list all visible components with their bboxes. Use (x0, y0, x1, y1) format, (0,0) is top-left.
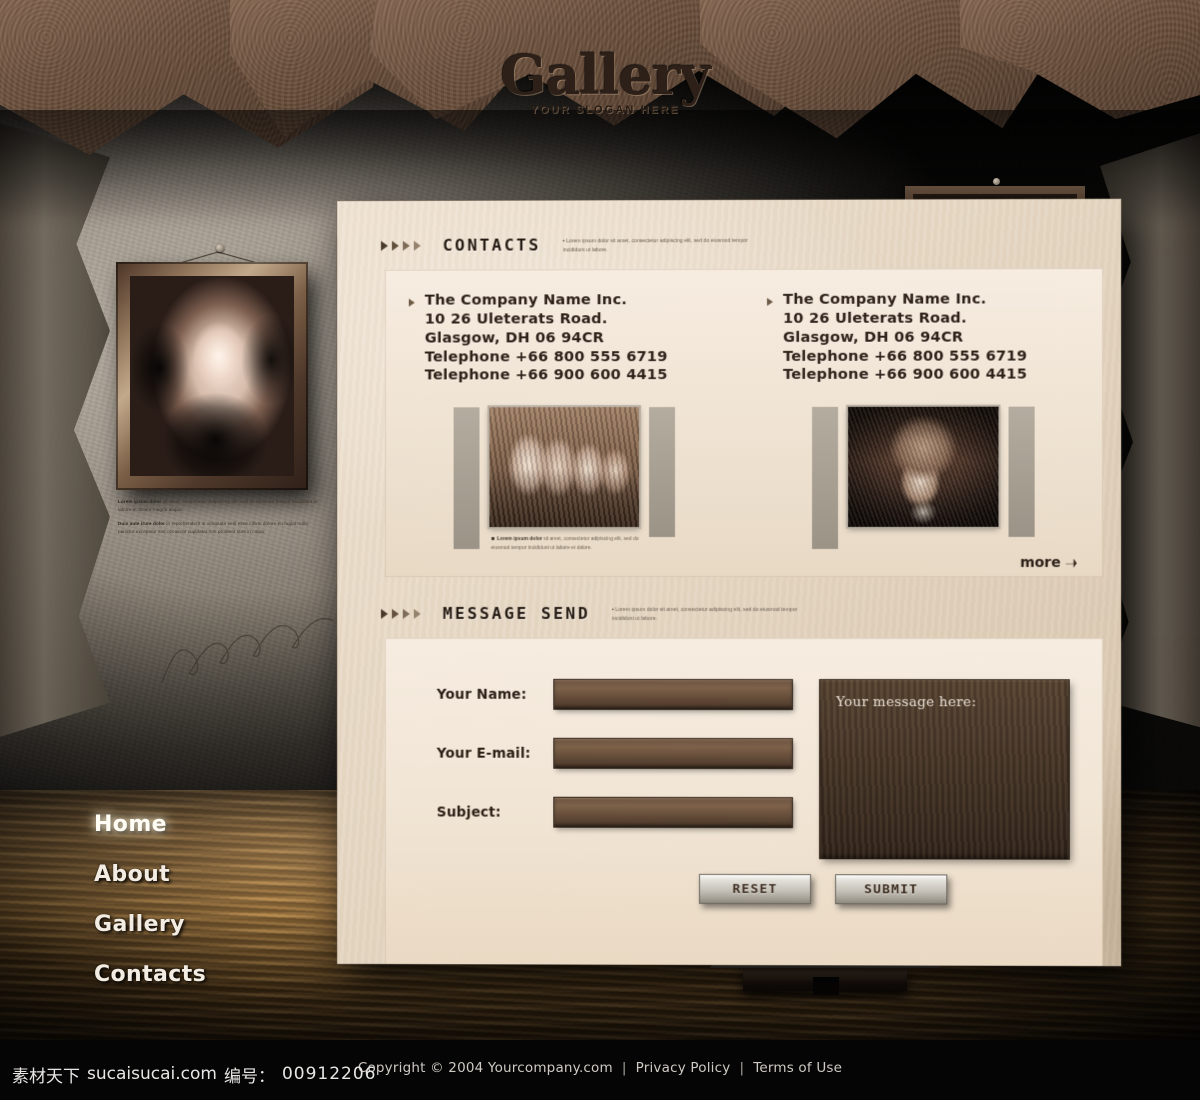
form-row-email: Your E-mail: (436, 739, 793, 769)
message-title: MESSAGE SEND (442, 604, 591, 624)
message-lorem: Lorem ipsum dolor sit amet, consectetur … (612, 607, 798, 623)
decorative-bar-right-1 (648, 407, 675, 538)
more-link[interactable]: more (1020, 555, 1077, 571)
reset-button[interactable]: RESET (699, 874, 812, 905)
submit-button[interactable]: SUBMIT (835, 874, 948, 905)
square-bullet-icon (490, 537, 494, 541)
footer-terms-link[interactable]: Terms of Use (753, 1060, 842, 1076)
decorative-bar-left-1 (453, 407, 480, 550)
stock-site-watermark: 素材天下 sucaisucai.com 编号： 00912206 (0, 1058, 420, 1090)
contact-column-1: The Company Name Inc. 10 26 Uleterats Ro… (385, 291, 743, 386)
message-placeholder: Your message here: (836, 694, 977, 711)
message-form-box: Your Name: Your E-mail: Subject: Your me… (384, 638, 1103, 967)
watermark-id-value: 00912206 (281, 1064, 377, 1084)
triangle-icon-5 (380, 608, 388, 619)
contact-street-2: 10 26 Uleterats Road. (783, 309, 967, 327)
frame-hook-nail-right (993, 178, 1000, 185)
frame-mat (130, 276, 294, 476)
arrow-right-icon (1066, 559, 1077, 568)
contact-phone1-2: Telephone +66 800 555 6719 (783, 347, 1028, 365)
message-subtext: ▪ Lorem ipsum dolor sit amet, consectetu… (612, 603, 802, 624)
subject-input[interactable] (554, 798, 793, 828)
nav-item-home[interactable]: Home (94, 812, 206, 837)
watermark-id-label: 编号： (223, 1066, 275, 1087)
contact-photo-cell-2 (743, 406, 1103, 553)
email-label: Your E-mail: (436, 745, 531, 762)
photo-caption-bold-1: Lorem ipsum dolor (496, 536, 543, 543)
nav-item-contacts[interactable]: Contacts (94, 962, 206, 987)
main-navigation: Home About Gallery Contacts (94, 812, 206, 1012)
message-textarea[interactable]: Your message here: (820, 680, 1069, 860)
message-section-header: MESSAGE SEND ▪ Lorem ipsum dolor sit ame… (337, 603, 1121, 624)
contact-company-1: The Company Name Inc. (424, 291, 628, 309)
frame-caption-bold-2: Duis aute irure dolor (118, 520, 166, 526)
frame-caption: Lorem ipsum dolor sit amet, consectetur … (118, 498, 318, 537)
nav-item-about[interactable]: About (94, 862, 206, 887)
triangle-icon-3 (402, 240, 410, 251)
footer-separator-1: | (621, 1060, 627, 1076)
triangle-markers-icon (380, 240, 421, 251)
triangle-icon-8 (413, 608, 421, 619)
watermark-site-cn: 素材天下 (12, 1066, 80, 1087)
logo-title: Gallery (500, 43, 710, 107)
watermark-site-url: sucaisucai.com (87, 1064, 217, 1084)
photo-wrap-2 (847, 406, 998, 528)
contacts-lorem: Lorem ipsum dolor sit amet, consectetur … (562, 237, 748, 254)
triangle-markers-icon-2 (380, 608, 421, 619)
portrait-photo (130, 276, 294, 476)
decorative-bar-left-2 (811, 407, 838, 550)
form-fields-column: Your Name: Your E-mail: Subject: (436, 680, 793, 858)
logo-slogan: YOUR SLOGAN HERE (530, 104, 680, 116)
contact-photo-1[interactable] (488, 407, 639, 528)
contact-photo-caption-1: Lorem ipsum dolor sit amet, consectetur … (489, 535, 639, 553)
form-button-row: RESET SUBMIT (385, 874, 1103, 906)
subject-label: Subject: (436, 804, 502, 821)
frame-caption-bold-1: Lorem ipsum dolor (118, 499, 162, 504)
site-logo[interactable]: Gallery YOUR SLOGAN HERE (500, 48, 710, 116)
form-row-subject: Subject: (436, 798, 793, 828)
email-input[interactable] (554, 739, 793, 769)
contact-column-2: The Company Name Inc. 10 26 Uleterats Ro… (743, 290, 1103, 385)
contacts-box: The Company Name Inc. 10 26 Uleterats Ro… (384, 268, 1103, 578)
contact-phone2-1: Telephone +66 900 600 4415 (424, 366, 668, 384)
contact-city-1: Glasgow, DH 06 94CR (424, 329, 605, 347)
wall-picture-frame (116, 262, 308, 490)
more-label: more (1019, 555, 1061, 572)
contact-street-1: 10 26 Uleterats Road. (424, 310, 608, 328)
name-input[interactable] (554, 680, 793, 710)
photo-wrap-1: Lorem ipsum dolor sit amet, consectetur … (488, 407, 639, 553)
decorative-bar-right-2 (1008, 406, 1035, 538)
contact-company-2: The Company Name Inc. (783, 290, 987, 309)
footer-separator-2: | (739, 1060, 745, 1076)
contact-photo-cell-1: Lorem ipsum dolor sit amet, consectetur … (385, 407, 743, 553)
triangle-icon-7 (402, 608, 410, 619)
contact-phone2-2: Telephone +66 900 600 4415 (783, 365, 1028, 384)
contacts-title: CONTACTS (442, 235, 541, 255)
bullet-icon: ▪ (562, 238, 565, 245)
bullet-icon-2: ▪ (612, 607, 614, 614)
main-content-panel: CONTACTS ▪ Lorem ipsum dolor sit amet, c… (337, 198, 1122, 967)
triangle-icon-1 (380, 240, 388, 251)
contacts-section-header: CONTACTS ▪ Lorem ipsum dolor sit amet, c… (337, 199, 1121, 256)
triangle-icon-2 (391, 240, 399, 251)
contact-city-2: Glasgow, DH 06 94CR (783, 328, 964, 346)
contact-photo-2[interactable] (847, 406, 998, 528)
contacts-subtext: ▪ Lorem ipsum dolor sit amet, consectetu… (563, 234, 753, 256)
footer-privacy-link[interactable]: Privacy Policy (636, 1060, 731, 1076)
form-grid: Your Name: Your E-mail: Subject: Your me… (385, 680, 1103, 860)
arrow-bullet-icon-2 (767, 298, 774, 307)
name-label: Your Name: (436, 686, 527, 703)
arrow-bullet-icon (408, 298, 415, 307)
nav-item-gallery[interactable]: Gallery (94, 912, 206, 937)
contact-phone1-1: Telephone +66 800 555 6719 (424, 347, 668, 366)
triangle-icon-6 (391, 608, 399, 619)
contacts-columns: The Company Name Inc. 10 26 Uleterats Ro… (385, 290, 1103, 385)
easel-notch (813, 977, 839, 995)
frame-hook-nail (216, 244, 224, 252)
form-row-name: Your Name: (436, 680, 793, 710)
triangle-icon-4 (413, 240, 421, 251)
contact-photo-row: Lorem ipsum dolor sit amet, consectetur … (385, 406, 1103, 554)
